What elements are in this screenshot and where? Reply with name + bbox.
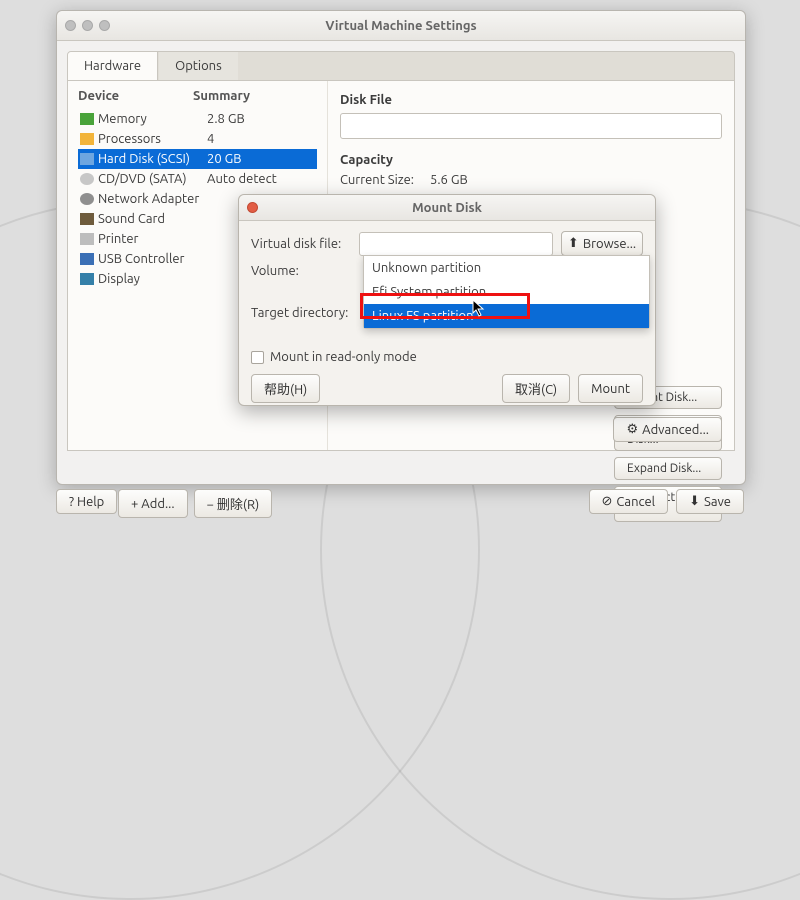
cd-icon xyxy=(80,173,94,185)
modal-help-button[interactable]: 帮助(H) xyxy=(251,374,320,403)
usb-icon xyxy=(80,253,94,265)
device-row-harddisk[interactable]: Hard Disk (SCSI)20 GB xyxy=(78,149,317,169)
modal-titlebar: Mount Disk xyxy=(239,195,655,221)
modal-cancel-button[interactable]: 取消(C) xyxy=(502,374,570,403)
browse-button[interactable]: ⬆ Browse... xyxy=(561,231,643,256)
tab-options[interactable]: Options xyxy=(159,52,238,80)
cpu-icon xyxy=(80,133,94,145)
help-button[interactable]: ? Help xyxy=(56,489,117,514)
diskfile-input[interactable] xyxy=(340,113,722,139)
readonly-checkbox[interactable] xyxy=(251,351,264,364)
printer-icon xyxy=(80,233,94,245)
volume-option-unknown[interactable]: Unknown partition xyxy=(364,256,649,280)
window-title: Virtual Machine Settings xyxy=(57,19,745,33)
device-row-processors[interactable]: Processors4 xyxy=(78,129,317,149)
footer: ? Help ⊘ Cancel ⬇ Save xyxy=(56,489,744,514)
memory-icon xyxy=(80,113,94,125)
modal-mount-button[interactable]: Mount xyxy=(578,374,643,403)
target-label: Target directory: xyxy=(251,306,359,320)
gear-icon: ⚙ xyxy=(626,422,638,437)
tab-hardware[interactable]: Hardware xyxy=(68,52,158,80)
display-icon xyxy=(80,273,94,285)
vdf-label: Virtual disk file: xyxy=(251,237,359,251)
hdd-icon xyxy=(80,153,94,165)
cancel-button[interactable]: ⊘ Cancel xyxy=(589,489,669,514)
save-button[interactable]: ⬇ Save xyxy=(676,489,744,514)
col-device: Device xyxy=(78,89,193,103)
currentsize-label: Current Size: xyxy=(340,173,414,187)
tabs: Hardware Options xyxy=(67,51,735,81)
readonly-label: Mount in read-only mode xyxy=(270,350,417,364)
upload-icon: ⬆ xyxy=(568,236,579,251)
sound-icon xyxy=(80,213,94,225)
col-summary: Summary xyxy=(193,89,250,103)
volume-dropdown: Unknown partition Efi System partition L… xyxy=(363,255,650,329)
modal-title: Mount Disk xyxy=(239,201,655,215)
volume-option-efi[interactable]: Efi System partition xyxy=(364,280,649,304)
virtual-disk-file-input[interactable] xyxy=(359,232,553,256)
titlebar: Virtual Machine Settings xyxy=(57,11,745,41)
device-row-cddvd[interactable]: CD/DVD (SATA)Auto detect xyxy=(78,169,317,189)
volume-label: Volume: xyxy=(251,264,359,278)
currentsize-value: 5.6 GB xyxy=(430,173,468,187)
network-icon xyxy=(80,193,94,205)
advanced-button[interactable]: ⚙ Advanced... xyxy=(613,417,722,442)
diskfile-label: Disk File xyxy=(340,93,722,107)
capacity-label: Capacity xyxy=(340,153,722,167)
volume-option-linuxfs[interactable]: Linux FS partition xyxy=(364,304,649,328)
save-icon: ⬇ xyxy=(689,494,700,509)
cursor-icon xyxy=(472,299,486,317)
expand-disk-button[interactable]: Expand Disk... xyxy=(614,457,722,480)
device-row-memory[interactable]: Memory2.8 GB xyxy=(78,109,317,129)
device-header: Device Summary xyxy=(78,89,317,103)
cancel-icon: ⊘ xyxy=(602,494,613,509)
